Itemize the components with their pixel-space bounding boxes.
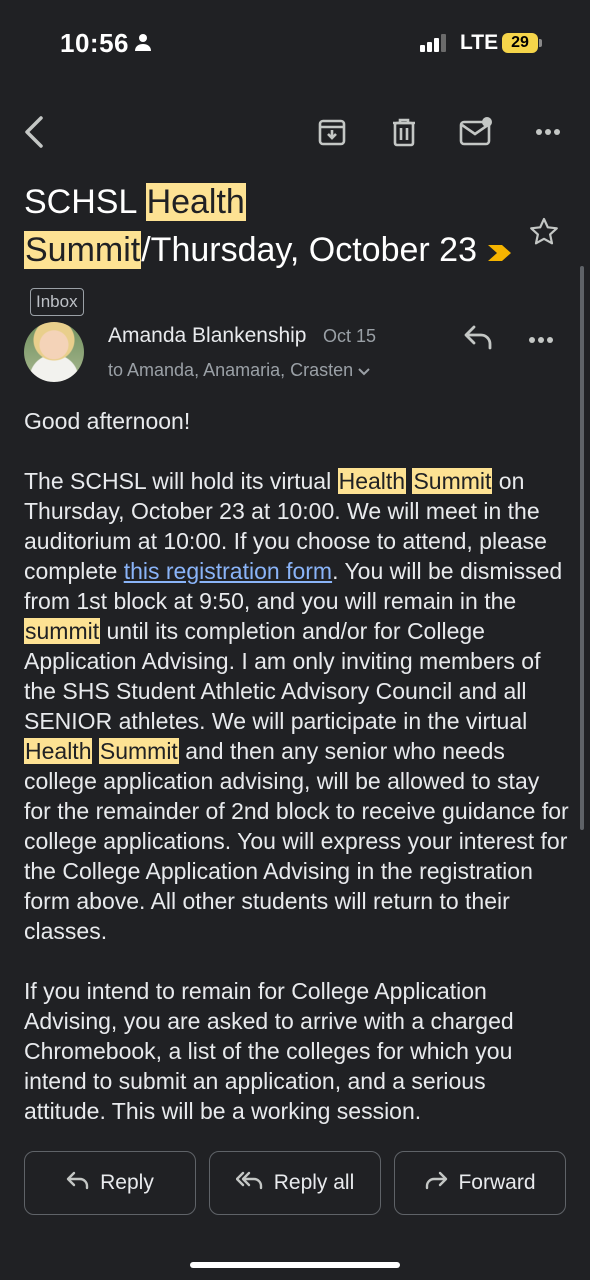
body-highlight: Summit — [98, 738, 179, 764]
more-icon[interactable] — [528, 112, 568, 152]
email-subject: SCHSL Health Summit/Thursday, October 23… — [24, 178, 524, 324]
subject-text: SCHSL — [24, 183, 146, 221]
home-indicator[interactable] — [190, 1262, 400, 1268]
subject-text: /Thursday, October 23 — [141, 231, 477, 269]
archive-icon[interactable] — [312, 112, 352, 152]
back-arrow-icon[interactable] — [14, 112, 54, 152]
scrollbar[interactable] — [580, 266, 584, 830]
reply-all-icon — [235, 1170, 264, 1196]
body-highlight: Summit — [412, 468, 493, 494]
trash-icon[interactable] — [384, 112, 424, 152]
email-body: Good afternoon! The SCHSL will hold its … — [24, 406, 572, 1140]
battery-icon: 29 — [502, 33, 538, 53]
signal-icon — [420, 34, 450, 57]
message-more-icon[interactable] — [528, 322, 554, 357]
reply-icon — [66, 1170, 90, 1196]
sender-name: Amanda Blankenship — [108, 324, 307, 347]
star-icon[interactable] — [528, 216, 560, 253]
subject-highlight: Summit — [24, 231, 142, 269]
body-paragraph: If you intend to remain for College Appl… — [24, 978, 514, 1124]
body-text: The SCHSL will hold its virtual — [24, 468, 338, 494]
recipients-text: to Amanda, Anamaria, Crasten — [108, 360, 354, 380]
registration-form-link[interactable]: this registration form — [124, 558, 332, 584]
recipients-toggle[interactable]: to Amanda, Anamaria, Crasten — [108, 360, 370, 381]
reply-icon[interactable] — [462, 322, 494, 357]
body-text: and then any senior who needs college ap… — [24, 738, 569, 944]
body-highlight: Health — [337, 468, 407, 494]
chevron-down-icon — [358, 360, 370, 380]
person-icon — [134, 33, 152, 56]
network-type: LTE — [460, 31, 499, 54]
forward-label: Forward — [458, 1171, 536, 1194]
greeting: Good afternoon! — [24, 408, 191, 434]
status-time: 10:56 — [60, 28, 129, 58]
inbox-label[interactable]: Inbox — [30, 288, 84, 317]
avatar[interactable] — [24, 322, 84, 382]
forward-icon — [424, 1170, 448, 1196]
body-highlight: summit — [24, 618, 101, 644]
mark-unread-icon[interactable] — [456, 112, 496, 152]
reply-label: Reply — [100, 1171, 154, 1194]
importance-marker-icon[interactable] — [486, 228, 514, 276]
body-highlight: Health — [24, 738, 93, 764]
subject-highlight: Health — [145, 183, 246, 221]
email-date: Oct 15 — [323, 326, 377, 346]
body-paragraph: The SCHSL will hold its virtual Health S… — [24, 466, 572, 946]
battery-tip — [539, 39, 542, 47]
reply-button[interactable]: Reply — [24, 1151, 196, 1215]
reply-all-button[interactable]: Reply all — [209, 1151, 381, 1215]
forward-button[interactable]: Forward — [394, 1151, 566, 1215]
body-text — [92, 738, 98, 764]
reply-all-label: Reply all — [273, 1171, 355, 1194]
body-text: until its completion and/or for College … — [24, 618, 541, 734]
